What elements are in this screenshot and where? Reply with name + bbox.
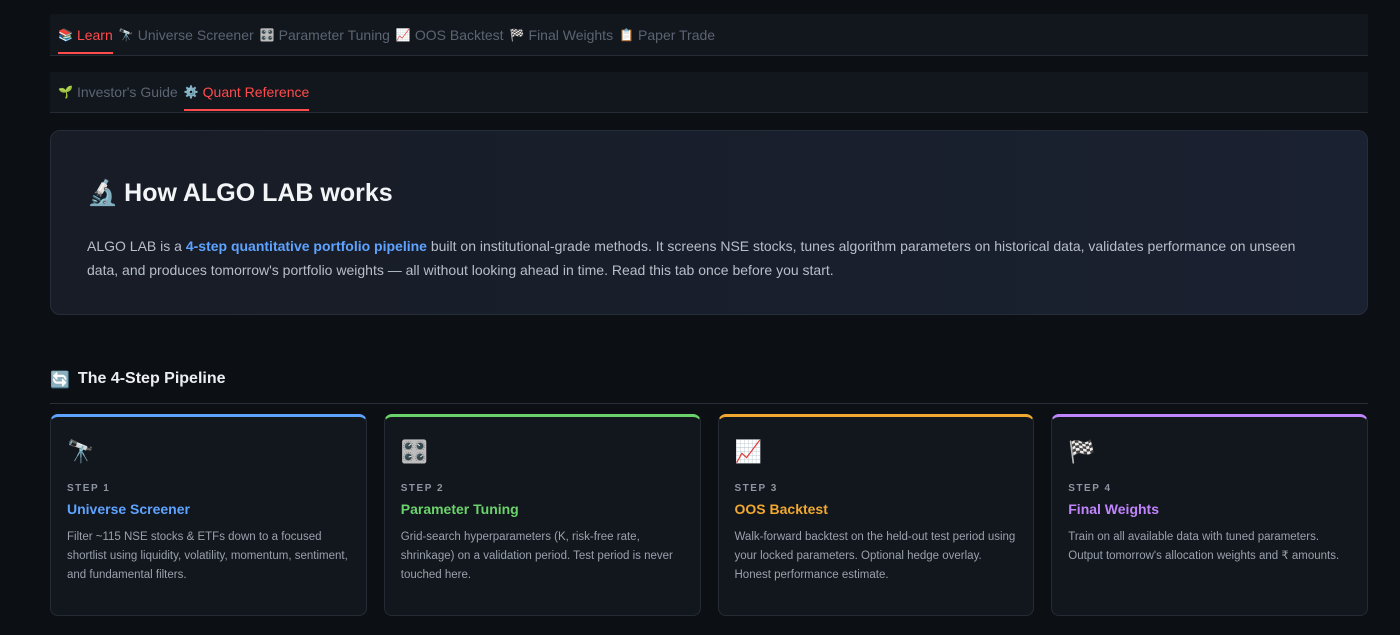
step-description: Walk-forward backtest on the held-out te… [734, 531, 1016, 581]
chart-increasing-icon: 📈 [734, 439, 762, 464]
chart-increasing-icon: 📈 [395, 27, 411, 42]
tab-learn[interactable]: 📚 Learn [58, 14, 113, 55]
gear-icon: ⚙️ [183, 85, 199, 99]
tab-parameter-tuning[interactable]: 🎛️ Parameter Tuning [260, 14, 390, 55]
tab-investors-guide[interactable]: 🌱 Investor's Guide [58, 72, 178, 112]
control-knobs-icon: 🎛️ [400, 439, 429, 464]
tab-label: Final Weights [528, 26, 614, 43]
step-description: Train on all available data with tuned p… [1068, 531, 1340, 562]
telescope-icon: 🔭 [67, 439, 95, 464]
intro-card: 🔬 How ALGO LAB works ALGO LAB is a 4-ste… [50, 130, 1368, 315]
intro-text: ALGO LAB is a 4-step quantitative portfo… [87, 234, 1307, 282]
tab-quant-reference[interactable]: ⚙️ Quant Reference [183, 72, 310, 112]
cycle-arrows-icon: 🔄 [50, 372, 70, 389]
pipeline-section-title: 🔄 The 4-Step Pipeline [50, 370, 1368, 404]
checkered-flag-icon: 🏁 [509, 27, 525, 42]
step-number: STEP 1 [67, 483, 111, 494]
tab-label: Investor's Guide [76, 84, 178, 100]
step-number: STEP 2 [400, 483, 445, 494]
control-knobs-icon: 🎛️ [259, 27, 275, 42]
step-title: OOS Backtest [734, 501, 828, 517]
tab-oos-backtest[interactable]: 📈 OOS Backtest [396, 14, 504, 55]
step-title: Final Weights [1068, 501, 1159, 517]
pipeline-title-text: The 4-Step Pipeline [77, 370, 226, 387]
step-card-universe-screener: 🔭 STEP 1 Universe Screener Filter ~115 N… [50, 414, 367, 616]
tab-label: Paper Trade [638, 26, 716, 43]
intro-text-start: ALGO LAB is a [87, 238, 186, 254]
step-card-parameter-tuning: 🎛️ STEP 2 Parameter Tuning Grid-search h… [383, 414, 701, 616]
seedling-icon: 🌱 [58, 85, 73, 99]
pipeline-steps: 🔭 STEP 1 Universe Screener Filter ~115 N… [50, 414, 1368, 616]
intro-title-text: How ALGO LAB works [124, 179, 393, 207]
step-title: Parameter Tuning [400, 501, 519, 517]
clipboard-icon: 📋 [619, 27, 635, 42]
step-card-oos-backtest: 📈 STEP 3 OOS Backtest Walk-forward backt… [717, 414, 1035, 616]
tab-label: Universe Screener [137, 26, 254, 43]
intro-highlight: 4-step quantitative portfolio pipeline [185, 238, 427, 254]
microscope-icon: 🔬 [87, 179, 119, 207]
tab-label: Learn [76, 26, 113, 43]
telescope-icon: 🔭 [118, 27, 134, 42]
step-description: Grid-search hyperparameters (K, risk-fre… [400, 531, 673, 581]
step-number: STEP 3 [734, 483, 778, 494]
sub-tab-bar: 🌱 Investor's Guide ⚙️ Quant Reference [50, 72, 1368, 113]
step-title: Universe Screener [67, 501, 190, 517]
main-tab-bar: 📚 Learn 🔭 Universe Screener 🎛️ Parameter Tu… [50, 14, 1368, 56]
checkered-flag-icon: 🏁 [1068, 439, 1096, 464]
tab-label: Quant Reference [202, 84, 310, 100]
tab-label: Parameter Tuning [278, 26, 390, 43]
tab-label: OOS Backtest [414, 26, 504, 43]
intro-title: 🔬 How ALGO LAB works [87, 179, 1331, 208]
step-description: Filter ~115 NSE stocks & ETFs down to a … [67, 531, 348, 581]
books-icon: 📚 [58, 27, 73, 42]
step-number: STEP 4 [1068, 483, 1112, 494]
step-card-final-weights: 🏁 STEP 4 Final Weights Train on all avai… [1051, 414, 1368, 616]
tab-universe-screener[interactable]: 🔭 Universe Screener [119, 14, 254, 55]
tab-paper-trade[interactable]: 📋 Paper Trade [619, 14, 715, 55]
tab-final-weights[interactable]: 🏁 Final Weights [510, 14, 614, 55]
